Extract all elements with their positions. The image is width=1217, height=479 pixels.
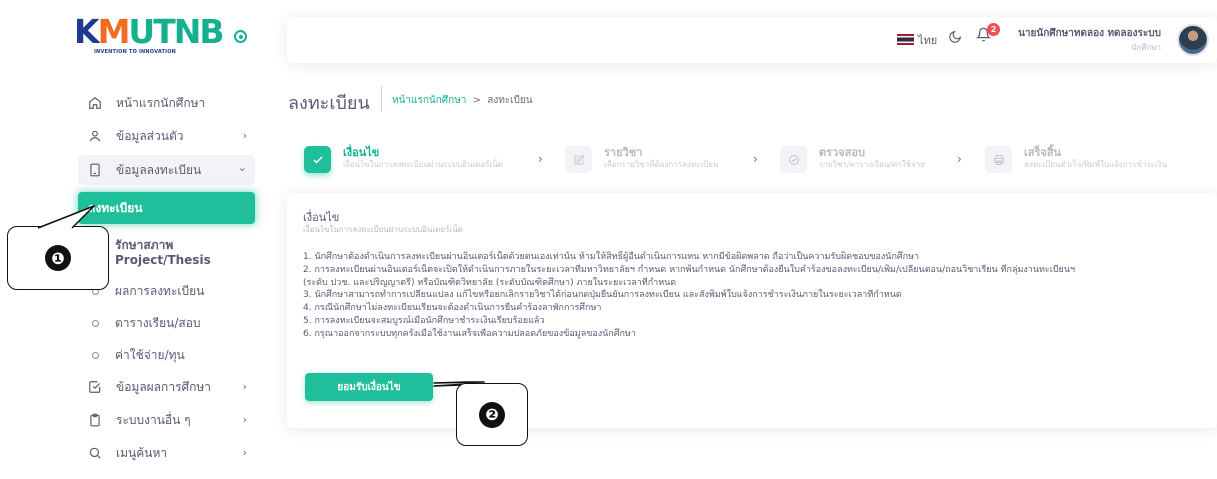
callout-2: ❷ <box>456 383 528 446</box>
callout-number: ❷ <box>479 401 505 428</box>
callout-pointers-overlay <box>37 205 489 387</box>
